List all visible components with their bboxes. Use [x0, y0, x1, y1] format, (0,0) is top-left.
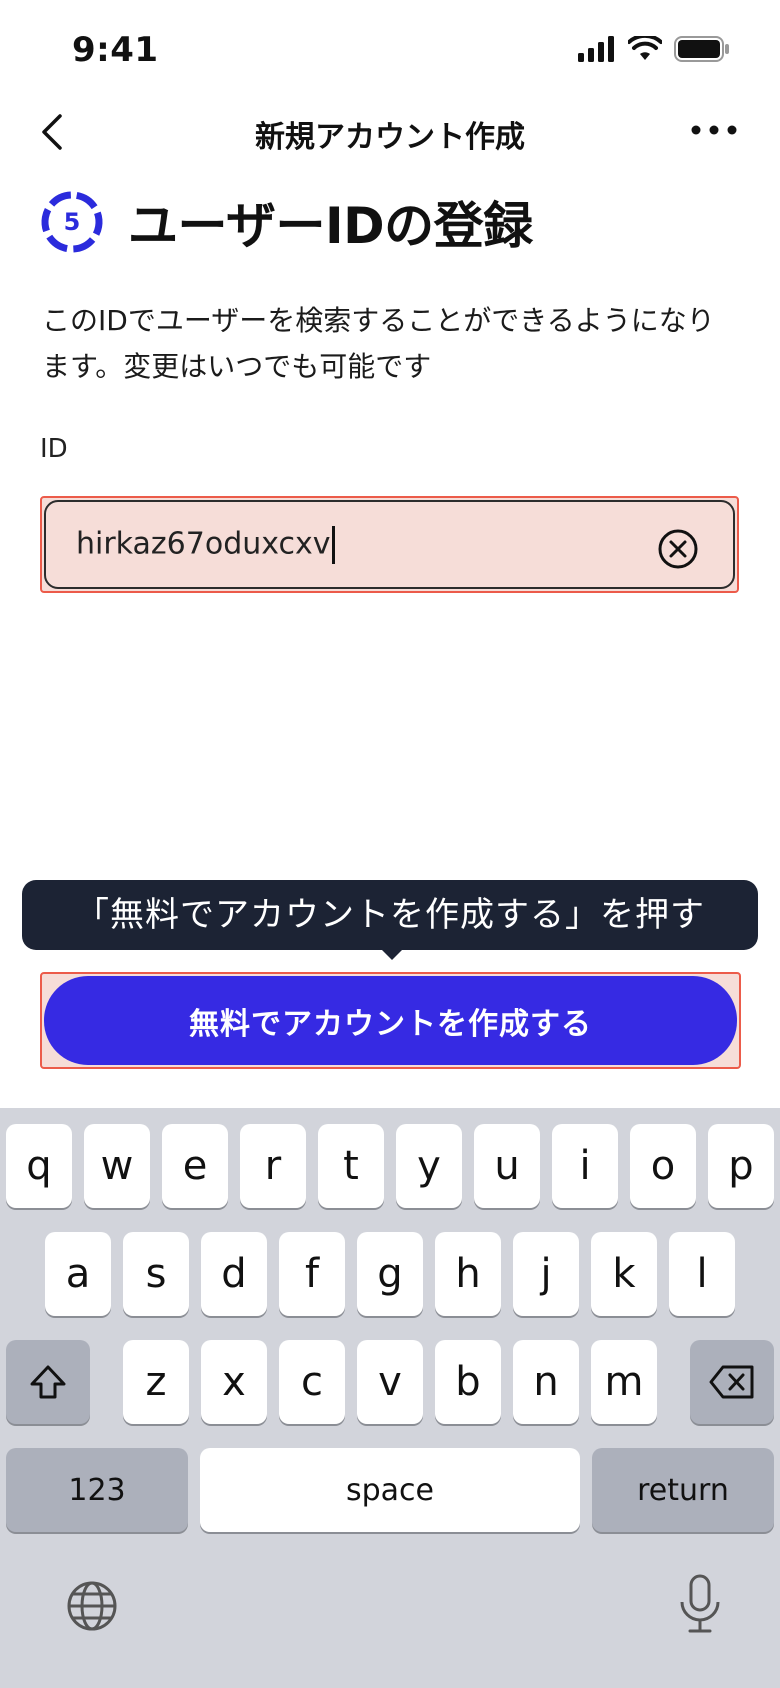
text-cursor: [332, 526, 336, 564]
return-key[interactable]: return: [592, 1448, 774, 1532]
keyboard-row-2: a s d f g h j k l: [0, 1232, 780, 1316]
id-field-label: ID: [40, 434, 68, 464]
delete-key[interactable]: [690, 1340, 774, 1424]
key-w[interactable]: w: [84, 1124, 150, 1208]
page-title: ユーザーIDの登録: [128, 197, 533, 255]
keyboard-row-4: 123 space return: [0, 1448, 780, 1532]
globe-icon[interactable]: [66, 1580, 118, 1632]
id-field-highlight: hirkaz67oduxcxv: [40, 496, 739, 593]
microphone-icon[interactable]: [676, 1574, 724, 1634]
status-icons: [578, 36, 730, 62]
key-m[interactable]: m: [591, 1340, 657, 1424]
numbers-key[interactable]: 123: [6, 1448, 188, 1532]
status-time: 9:41: [72, 30, 159, 70]
key-d[interactable]: d: [201, 1232, 267, 1316]
create-account-button[interactable]: 無料でアカウントを作成する: [44, 976, 737, 1065]
instruction-tooltip: 「無料でアカウントを作成する」を押す: [22, 880, 758, 950]
shift-arrow-icon: [30, 1365, 66, 1399]
keyboard-row-3: z x c v b n m: [0, 1340, 780, 1424]
key-t[interactable]: t: [318, 1124, 384, 1208]
key-a[interactable]: a: [45, 1232, 111, 1316]
key-k[interactable]: k: [591, 1232, 657, 1316]
key-j[interactable]: j: [513, 1232, 579, 1316]
key-r[interactable]: r: [240, 1124, 306, 1208]
id-input-value: hirkaz67oduxcxv: [76, 526, 331, 562]
key-p[interactable]: p: [708, 1124, 774, 1208]
key-s[interactable]: s: [123, 1232, 189, 1316]
key-b[interactable]: b: [435, 1340, 501, 1424]
key-l[interactable]: l: [669, 1232, 735, 1316]
key-v[interactable]: v: [357, 1340, 423, 1424]
tooltip-arrow: [380, 948, 404, 960]
key-y[interactable]: y: [396, 1124, 462, 1208]
step-number: 5: [63, 208, 81, 236]
key-x[interactable]: x: [201, 1340, 267, 1424]
shift-key[interactable]: [6, 1340, 90, 1424]
key-h[interactable]: h: [435, 1232, 501, 1316]
key-n[interactable]: n: [513, 1340, 579, 1424]
battery-icon: [674, 36, 729, 62]
wifi-icon: [628, 36, 662, 60]
keyboard-row-1: q w e r t y u i o p: [0, 1124, 780, 1208]
key-q[interactable]: q: [6, 1124, 72, 1208]
nav-title: 新規アカウント作成: [255, 120, 525, 155]
key-f[interactable]: f: [279, 1232, 345, 1316]
clear-input-icon[interactable]: [657, 528, 699, 570]
nav-bar: 新規アカウント作成: [0, 96, 780, 166]
backspace-icon: [709, 1365, 754, 1399]
key-g[interactable]: g: [357, 1232, 423, 1316]
cta-highlight: 無料でアカウントを作成する: [40, 972, 741, 1069]
key-u[interactable]: u: [474, 1124, 540, 1208]
space-key[interactable]: space: [200, 1448, 580, 1532]
keyboard-bottom-bar: [0, 1560, 780, 1660]
id-input[interactable]: hirkaz67oduxcxv: [44, 500, 735, 589]
key-c[interactable]: c: [279, 1340, 345, 1424]
more-options-icon[interactable]: [686, 112, 742, 148]
cellular-signal-icon: [578, 36, 614, 62]
key-i[interactable]: i: [552, 1124, 618, 1208]
page-heading: 5 ユーザーIDの登録: [38, 186, 533, 258]
description-text: このIDでユーザーを検索することができるようになります。変更はいつでも可能です: [42, 304, 715, 383]
key-z[interactable]: z: [123, 1340, 189, 1424]
step-progress-badge: 5: [38, 188, 106, 256]
key-o[interactable]: o: [630, 1124, 696, 1208]
key-e[interactable]: e: [162, 1124, 228, 1208]
status-bar: 9:41: [0, 0, 780, 100]
